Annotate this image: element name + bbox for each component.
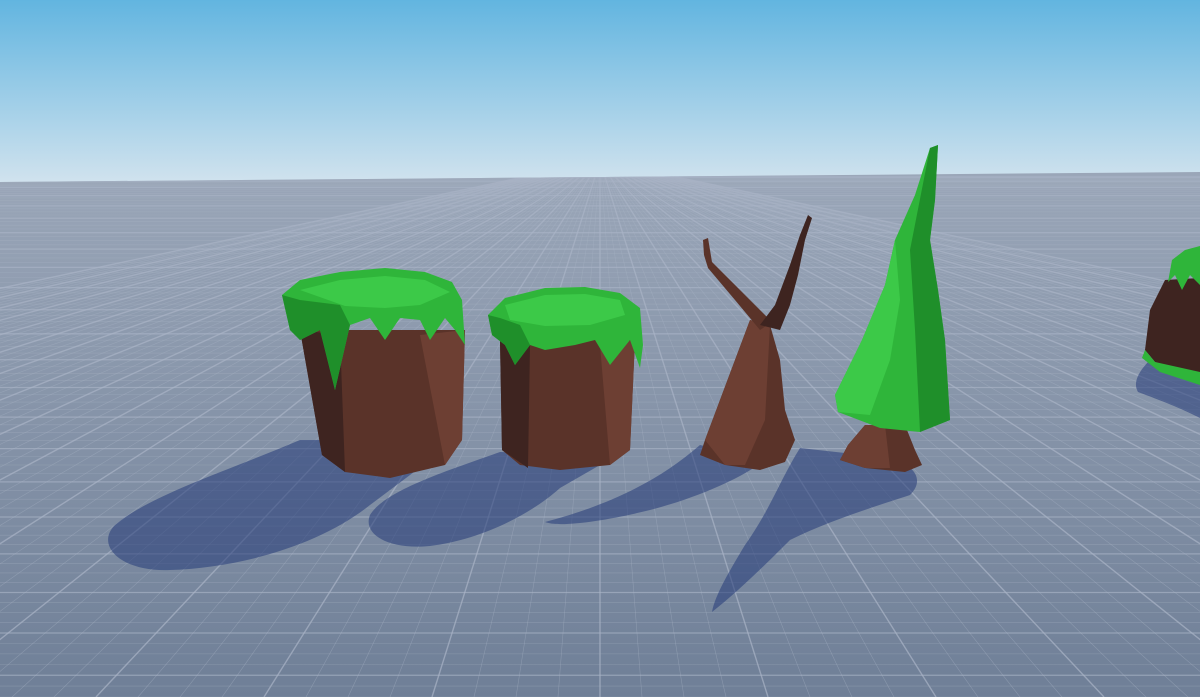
game-viewport[interactable] [0,0,1200,697]
short-grass-stump[interactable] [488,287,643,470]
sky [0,0,1200,185]
